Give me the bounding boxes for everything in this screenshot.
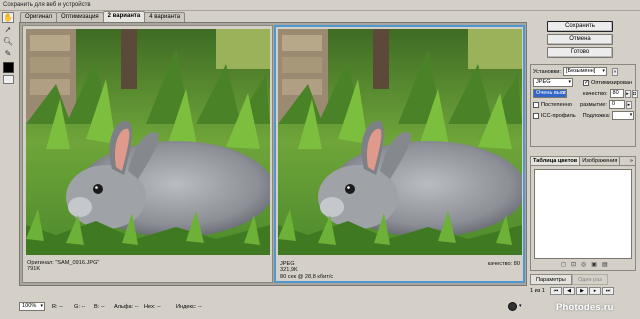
chevron-down-icon: ▾ — [562, 90, 565, 96]
optimized-info: JPEG 321,9K 80 сек @ 28,8 кбит/с — [280, 261, 333, 280]
view-tabs: Оригинал Оптимизация 2 варианта 4 вариан… — [20, 11, 186, 22]
next-frame-icon[interactable]: ▸ — [589, 287, 602, 295]
watermark: Photodes.ru — [556, 302, 614, 313]
left-toolbar: ✋ ➚ 🔍︎ ✎ — [2, 12, 15, 84]
quality-preset-select[interactable]: Очень высо ▾ — [533, 89, 567, 98]
tab-optimized[interactable]: Оптимизация — [56, 12, 104, 22]
done-button[interactable]: Готово — [547, 47, 613, 58]
icc-profile-label: ICC-профиль — [541, 112, 576, 119]
web-snap-icon[interactable]: ◎ — [581, 261, 586, 268]
window-title: Сохранить для веб и устройств — [3, 2, 91, 8]
preset-select[interactable]: [Безымянн] ▾ — [562, 67, 607, 76]
params-button[interactable]: Параметры — [530, 274, 572, 285]
color-table-area[interactable] — [534, 169, 632, 259]
panel-menu-icon[interactable]: » — [628, 157, 635, 165]
progressive-checkbox[interactable] — [533, 101, 539, 108]
quality-channel-icon[interactable]: ◘ — [631, 89, 638, 98]
matte-select[interactable]: ▾ — [612, 111, 635, 120]
cancel-button[interactable]: Отмена — [547, 34, 613, 45]
zoom-icon[interactable]: 🔍︎ — [2, 36, 14, 47]
alpha-readout: Альфа: -- — [114, 304, 139, 310]
tab-color-table[interactable]: Таблица цветов — [531, 157, 581, 165]
browser-preview-icon[interactable] — [508, 302, 517, 311]
slice-select-icon[interactable]: ➚ — [2, 24, 14, 35]
original-filesize: 791K — [27, 266, 41, 273]
pager: 1 из 1 ⏮ ◀ ▶ ▸ ⏭ — [530, 287, 615, 295]
optimized-label: Оптимизирован — [591, 79, 633, 86]
index-readout: Индекс: -- — [176, 304, 202, 310]
blue-readout: B: -- — [94, 304, 105, 310]
page-counter: 1 из 1 — [530, 288, 546, 294]
preview-options: Параметры Один раз — [530, 274, 636, 285]
tab-original[interactable]: Оригинал — [20, 12, 58, 22]
preview-area: Оригинал: "SAM_0916.JPG" 791K JPEG 321,9… — [19, 22, 527, 286]
optimized-rabbit-photo — [278, 29, 522, 255]
settings-panel: Сохранить Отмена Готово Установки: [Безы… — [530, 12, 638, 295]
status-bar: 100% ▾ R: -- G: -- B: -- Альфа: -- Hex: -… — [0, 300, 640, 319]
first-frame-icon[interactable]: ⏮ — [550, 287, 563, 295]
hand-tool-icon[interactable]: ✋ — [2, 12, 14, 23]
chevron-down-icon: ▾ — [602, 68, 605, 74]
zoom-select[interactable]: 100% ▾ — [19, 302, 45, 311]
tab-4-up[interactable]: 4 варианта — [144, 12, 186, 22]
lock-color-icon[interactable]: ⊡ — [571, 261, 576, 268]
chevron-down-icon: ▾ — [40, 303, 43, 309]
preset-value: [Безымянн] — [565, 68, 596, 74]
optimized-pane[interactable]: JPEG 321,9K 80 сек @ 28,8 кбит/с качеств… — [274, 25, 525, 283]
original-pane[interactable]: Оригинал: "SAM_0916.JPG" 791K — [22, 25, 273, 283]
color-table-panel: Таблица цветов Изображения » ◻ ⊡ ◎ ▣ ▤ — [530, 156, 636, 271]
last-frame-icon[interactable]: ⏭ — [602, 287, 615, 295]
quality-label: качество: — [583, 90, 608, 97]
trash-icon[interactable]: ▤ — [602, 261, 608, 268]
prev-frame-icon[interactable]: ◀ — [563, 287, 576, 295]
new-color-icon[interactable]: ▣ — [591, 261, 597, 268]
map-color-icon[interactable]: ◻ — [561, 261, 566, 268]
tab-2-up[interactable]: 2 варианта — [102, 11, 146, 22]
chevron-down-icon: ▾ — [629, 112, 633, 118]
title-bar: Сохранить для веб и устройств — [0, 0, 640, 11]
zoom-value: 100% — [22, 303, 37, 309]
optimization-settings: Установки: [Безымянн] ▾ » JPEG ▾ ✓ Оптимиз… — [530, 64, 638, 147]
red-readout: R: -- — [52, 304, 63, 310]
save-button[interactable]: Сохранить — [547, 21, 613, 32]
optimized-download-time: 80 сек @ 28,8 кбит/с — [280, 273, 334, 280]
eyedropper-color-swatch[interactable] — [3, 62, 14, 73]
tab-image-size[interactable]: Изображения — [580, 157, 621, 165]
play-icon[interactable]: ▶ — [576, 287, 589, 295]
blur-label: размытие: — [579, 101, 607, 108]
hex-readout: Hex: -- — [144, 304, 161, 310]
optimized-quality: качество: 80 — [487, 261, 520, 267]
format-select[interactable]: JPEG ▾ — [533, 78, 573, 87]
once-button[interactable]: Один раз — [571, 274, 608, 285]
blur-input[interactable]: 0 — [608, 100, 625, 109]
preset-label: Установки: — [533, 68, 561, 75]
eyedropper-icon[interactable]: ✎ — [2, 48, 14, 59]
blur-dropdown-icon[interactable]: ▸ — [625, 100, 632, 109]
icc-profile-checkbox[interactable] — [533, 112, 539, 119]
green-readout: G: -- — [74, 304, 86, 310]
quality-dropdown-icon[interactable]: ▸ — [624, 89, 631, 98]
quality-input[interactable]: 80 — [609, 89, 624, 98]
optimized-checkbox[interactable]: ✓ — [583, 79, 589, 86]
matte-label: Подложка: — [582, 112, 611, 119]
toggle-slices-icon[interactable] — [3, 75, 14, 84]
original-rabbit-photo — [26, 29, 270, 255]
chevron-down-icon[interactable]: ▾ — [519, 303, 522, 309]
progressive-label: Постепенно — [541, 101, 572, 108]
settings-menu-icon[interactable]: » — [611, 67, 618, 76]
original-info: Оригинал: "SAM_0916.JPG" 791K — [27, 260, 99, 273]
chevron-down-icon: ▾ — [568, 79, 571, 85]
format-value: JPEG — [536, 79, 551, 85]
